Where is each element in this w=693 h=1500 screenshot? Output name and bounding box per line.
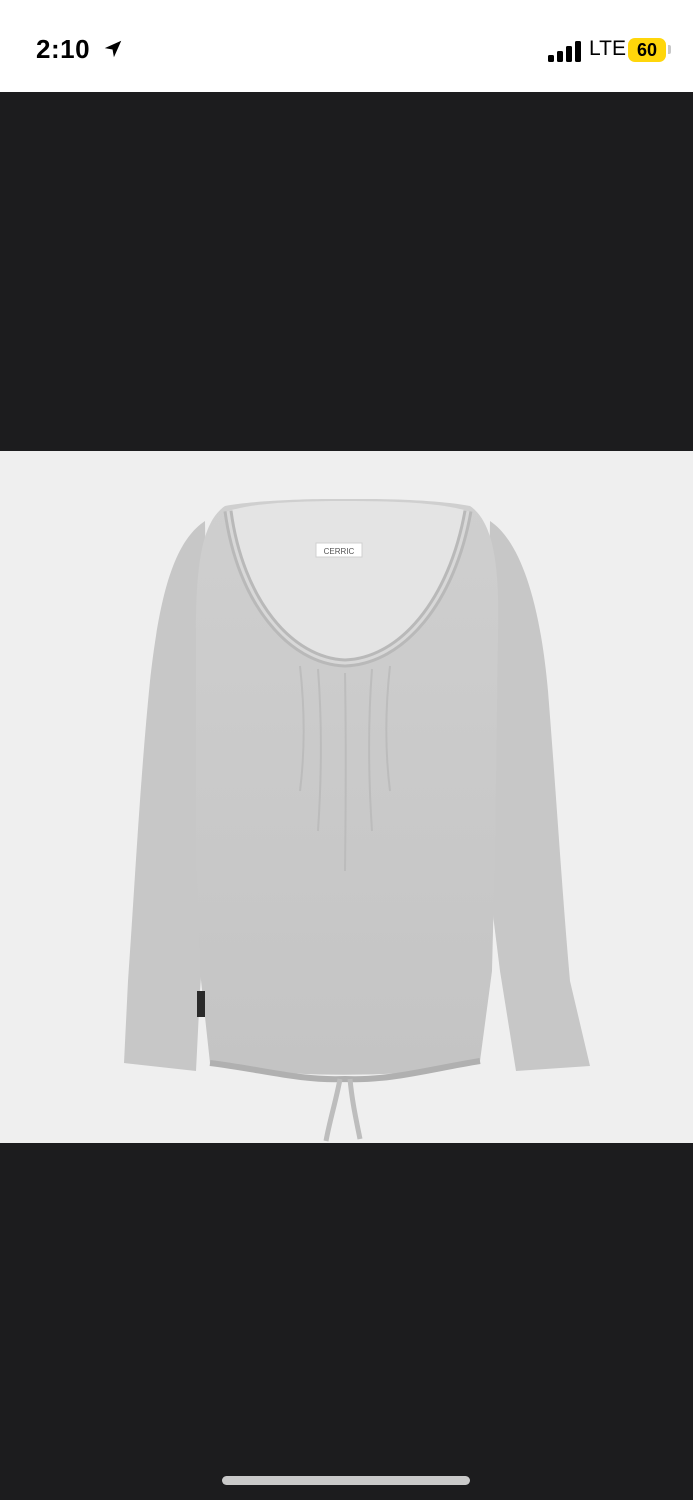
status-time: 2:10	[36, 34, 91, 64]
neck-label: CERRIC	[324, 547, 355, 556]
status-bar: 2:10 LTE 60	[0, 0, 693, 92]
network-type: LTE	[589, 37, 626, 60]
cellular-signal-icon	[548, 40, 582, 62]
battery-cap	[668, 45, 671, 54]
location-arrow-icon	[104, 40, 122, 58]
home-indicator[interactable]	[222, 1476, 470, 1485]
sweatshirt-illustration: CERRIC	[124, 499, 590, 1142]
battery-icon: 60	[628, 38, 666, 62]
product-photo[interactable]: CERRIC	[0, 451, 693, 1143]
